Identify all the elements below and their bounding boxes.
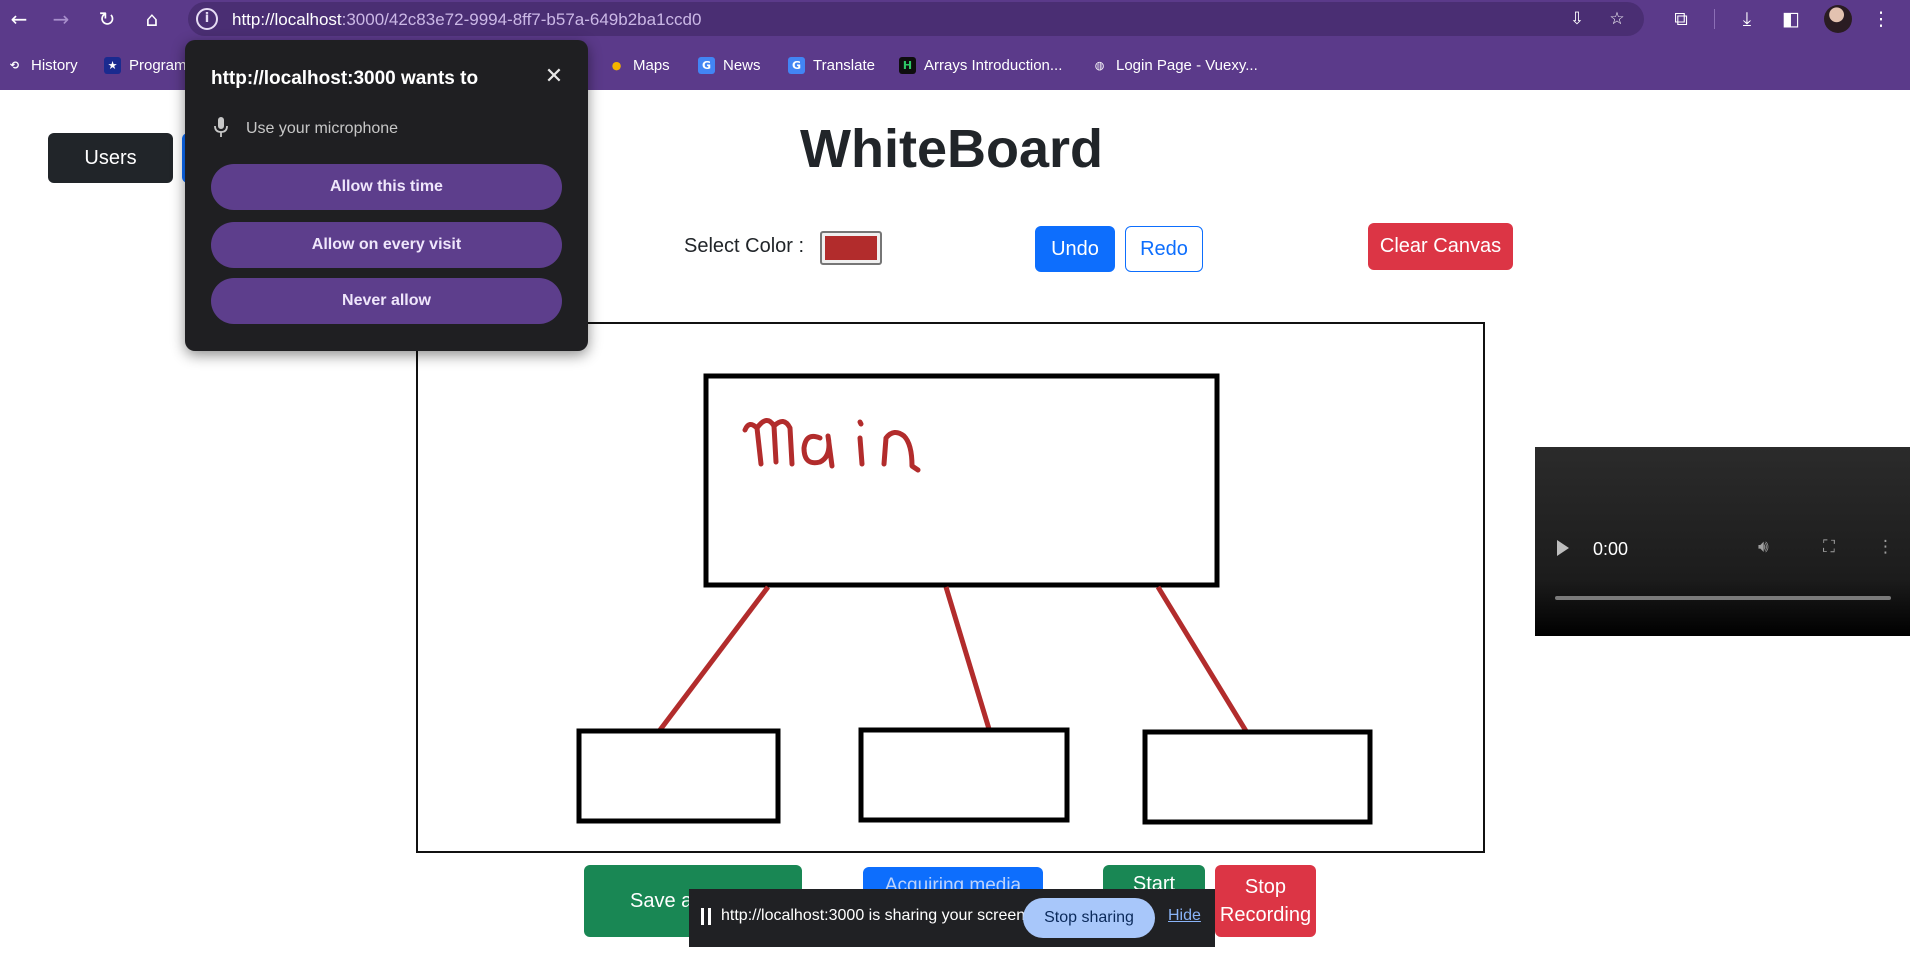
connector-middle [943, 586, 992, 730]
video-time: 0:00 [1593, 539, 1629, 559]
page-title: WhiteBoard [800, 119, 1103, 179]
drawing-canvas[interactable] [416, 322, 1485, 853]
screen-share-bar: http://localhost:3000 is sharing your sc… [689, 889, 1215, 947]
connector-right [1155, 585, 1249, 733]
redo-button[interactable]: Redo [1125, 226, 1203, 272]
main-handwriting [742, 418, 921, 473]
child-box-2 [858, 727, 1070, 823]
bookmark-program[interactable]: ★ Program [104, 50, 187, 80]
hide-link[interactable]: Hide [1168, 907, 1201, 925]
bookmark-news[interactable]: G News [698, 50, 761, 80]
translate-icon: G [788, 56, 805, 74]
bookmark-translate[interactable]: G Translate [788, 50, 875, 80]
downloads-icon[interactable]: ⤓ [1734, 6, 1760, 32]
connector-left [658, 585, 770, 732]
forward-icon[interactable]: → [48, 6, 74, 32]
site-info-icon[interactable]: i [196, 8, 218, 30]
extensions-icon[interactable]: ⧉ [1668, 6, 1694, 32]
maps-icon: ● [611, 58, 622, 72]
close-icon[interactable]: ✕ [541, 64, 567, 90]
main-box [703, 373, 1220, 588]
stop-recording-button[interactable]: Stop Recording [1215, 865, 1316, 937]
color-picker[interactable] [820, 231, 882, 265]
play-icon[interactable] [1557, 540, 1569, 556]
back-icon[interactable]: ← [6, 6, 32, 32]
reload-icon[interactable]: ↻ [94, 6, 120, 32]
profile-avatar[interactable] [1824, 5, 1852, 33]
permission-popup: http://localhost:3000 wants to ✕ Use you… [185, 40, 588, 351]
bookmark-star-icon[interactable]: ☆ [1606, 8, 1628, 30]
bookmark-arrays[interactable]: H Arrays Introduction... [899, 50, 1062, 80]
undo-button[interactable]: Undo [1035, 226, 1115, 272]
side-panel-icon[interactable]: ◧ [1778, 6, 1804, 32]
permission-request: Use your microphone [246, 120, 399, 137]
share-message: http://localhost:3000 is sharing your sc… [721, 907, 1030, 924]
child-box-3 [1142, 729, 1373, 825]
bookmark-login-page[interactable]: ◍ Login Page - Vuexy... [1091, 50, 1258, 80]
home-icon[interactable]: ⌂ [139, 6, 165, 32]
never-allow-button[interactable]: Never allow [211, 278, 562, 324]
star-bookmark-icon: ★ [104, 56, 121, 74]
news-icon: G [698, 56, 715, 74]
popup-title: http://localhost:3000 wants to [211, 68, 479, 89]
install-app-icon[interactable]: ⇩ [1566, 8, 1588, 30]
bookmark-history[interactable]: ⟲ History [6, 50, 78, 80]
microphone-icon [214, 117, 228, 137]
canvas-drawing [576, 373, 1373, 825]
child-box-1 [576, 728, 781, 824]
browser-toolbar: ← → ↻ ⌂ i http://localhost:3000/42c83e72… [0, 0, 1910, 38]
menu-kebab-icon[interactable]: ⋮ [1868, 6, 1894, 32]
video-player[interactable]: 0:00 🔊︎ ⛶ ⋮ [1535, 447, 1910, 636]
fullscreen-icon[interactable]: ⛶ [1823, 537, 1835, 557]
allow-every-visit-button[interactable]: Allow on every visit [211, 222, 562, 268]
bookmark-maps[interactable]: ● Maps [608, 50, 670, 80]
globe-icon: ◍ [1094, 58, 1105, 72]
hackerrank-icon: H [899, 56, 916, 74]
color-swatch [825, 236, 877, 260]
allow-this-time-button[interactable]: Allow this time [211, 164, 562, 210]
stop-sharing-button[interactable]: Stop sharing [1023, 898, 1155, 938]
video-options-icon[interactable]: ⋮ [1877, 537, 1894, 557]
video-progress-bar[interactable] [1555, 596, 1891, 600]
users-button[interactable]: Users [48, 133, 173, 183]
pause-icon [701, 908, 711, 925]
select-color-label: Select Color : [684, 235, 805, 257]
toolbar-separator [1714, 9, 1715, 29]
url-text[interactable]: http://localhost:3000/42c83e72-9994-8ff7… [232, 10, 701, 30]
volume-icon[interactable]: 🔊︎ [1758, 537, 1769, 557]
address-bar[interactable]: i http://localhost:3000/42c83e72-9994-8f… [188, 2, 1644, 36]
history-icon: ⟲ [9, 58, 20, 72]
clear-canvas-button[interactable]: Clear Canvas [1368, 223, 1513, 270]
